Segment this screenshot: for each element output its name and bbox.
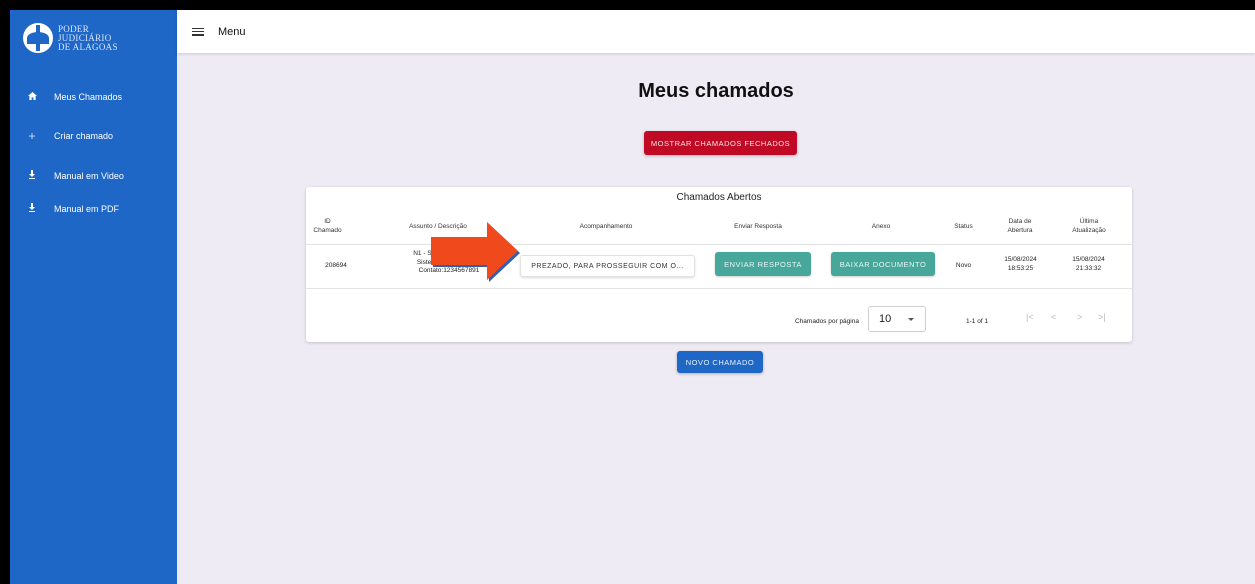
header-line: Última [1079,218,1099,225]
opened-date: 15/08/2024 [1004,256,1037,263]
updated-datetime: 15/08/2024 21:33:32 [1066,256,1111,273]
download-document-button[interactable]: BAIXAR DOCUMENTO [831,252,935,276]
row-divider [306,288,1132,289]
sidebar-item-criar-chamado[interactable]: + Criar chamado [10,121,177,151]
ticket-id: 208694 [325,262,347,269]
rows-per-page-select[interactable]: 10 [868,306,926,332]
header-divider [306,244,1132,245]
header-line: Abertura [1007,227,1033,234]
column-header-followup: Acompanhamento [579,223,633,230]
opened-datetime: 15/08/2024 18:53:25 [998,256,1043,273]
header-line: Atualização [1072,227,1106,234]
new-ticket-button[interactable]: NOVO CHAMADO [677,351,763,373]
dropdown-caret-icon [908,318,914,321]
app-frame: PODER JUDICIÁRIO DE ALAGOAS Meus Chamado… [10,10,1255,584]
home-icon [25,91,39,103]
sidebar-item-manual-video[interactable]: Manual em Video [10,161,177,191]
sidebar-item-meus-chamados[interactable]: Meus Chamados [10,82,177,112]
rows-per-page-value: 10 [879,313,892,325]
sidebar-item-manual-pdf[interactable]: Manual em PDF [10,194,177,224]
plus-icon: + [28,129,36,143]
court-logo: PODER JUDICIÁRIO DE ALAGOAS [23,22,163,54]
last-page-icon[interactable]: >| [1098,312,1106,322]
send-reply-button[interactable]: ENVIAR RESPOSTA [715,252,811,276]
download-icon [25,203,39,215]
column-header-updated: Última Atualização [1064,217,1114,235]
status-badge: Novo [955,262,972,269]
hamburger-menu-icon[interactable] [192,27,204,36]
opened-time: 18:53:25 [1007,264,1034,272]
header-line: ID [324,218,331,225]
header-line: Data de [1008,218,1032,225]
court-emblem-icon [23,23,53,53]
updated-time: 21:33:32 [1075,264,1102,272]
updated-date: 15/08/2024 [1072,256,1105,263]
previous-page-icon[interactable]: < [1051,312,1056,322]
column-header-id: ID Chamado [310,217,345,235]
sidebar-item-label: Manual em Video [54,171,124,181]
page-title: Meus chamados [638,80,794,102]
sidebar-item-label: Meus Chamados [54,92,123,102]
column-header-opened: Data de Abertura [1000,217,1040,235]
menu-label: Menu [218,25,246,38]
logo-line-3: DE ALAGOAS [58,41,118,52]
open-tickets-table: Chamados Abertos ID Chamado Assunto / De… [306,187,1132,342]
logo-text: PODER JUDICIÁRIO DE ALAGOAS [58,24,118,52]
sidebar: PODER JUDICIÁRIO DE ALAGOAS Meus Chamado… [10,10,177,584]
column-header-attachment: Anexo [871,223,891,230]
pagination-range: 1-1 of 1 [966,318,989,325]
column-header-status: Status [954,223,973,230]
top-app-bar: Menu [177,10,1255,53]
rows-per-page-label: Chamados por página [795,318,859,325]
column-header-reply: Enviar Resposta [734,223,782,230]
first-page-icon[interactable]: |< [1026,312,1034,322]
download-icon [25,170,39,182]
followup-message-button[interactable]: PREZADO, PARA PROSSEGUIR COM O... [520,255,695,277]
next-page-icon[interactable]: > [1077,312,1082,322]
show-closed-tickets-button[interactable]: MOSTRAR CHAMADOS FECHADOS [644,131,797,155]
sidebar-item-label: Manual em PDF [54,204,120,214]
annotation-arrow-icon [431,222,520,282]
table-title: Chamados Abertos [676,192,762,203]
header-line: Chamado [313,227,342,234]
sidebar-item-label: Criar chamado [54,131,114,141]
